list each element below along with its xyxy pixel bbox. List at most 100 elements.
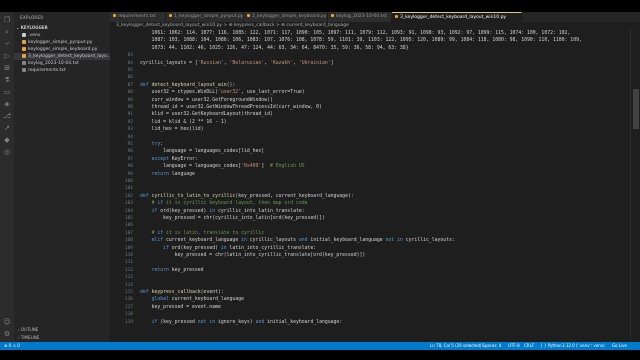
- code-line[interactable]: 1061: 1062: 114, 1077: 116, 1085: 122, 1…: [140, 31, 571, 36]
- python-icon[interactable]: ◆: [3, 136, 11, 144]
- code-line[interactable]: # if it is latin, translate to cyrillic: [140, 231, 265, 236]
- scroll-thumb[interactable]: [633, 89, 639, 129]
- code-line[interactable]: if (key_pressed not in ignore_keys) and …: [140, 320, 343, 325]
- encoding[interactable]: UTF-8: [508, 342, 520, 350]
- status-bar: ⊗ 0 ⚠ 0 Ln 78, Col 5 (26 selected) Space…: [0, 342, 640, 350]
- code-line[interactable]: if ord(key_pressed) in cyrillic_into_lat…: [140, 209, 305, 214]
- line-number: 113: [124, 275, 133, 281]
- python-file-icon: [169, 14, 172, 17]
- code-line[interactable]: return key_pressed: [140, 268, 204, 273]
- code-line[interactable]: try:: [140, 142, 164, 147]
- tab-label: keylog_2023-10-04.txt: [336, 14, 387, 19]
- letterbox-top: [0, 0, 640, 12]
- sidebar-file-item[interactable]: requirements.txt: [14, 67, 110, 74]
- cursor-position[interactable]: Ln 78, Col 5 (26 selected): [430, 342, 481, 350]
- code-line[interactable]: def keypress_callback(event):: [140, 290, 224, 295]
- code-editor[interactable]: 83 84 85 86 87 88 89 90 91 92 93 94 95 96 97 98 99 100 101…: [110, 29, 630, 342]
- code-line[interactable]: 1087: 103, 1088: 104, 1086: 106, 1083: 1…: [140, 38, 582, 43]
- editor-tab[interactable]: requirements.txt: [110, 12, 166, 22]
- code-line[interactable]: global current_keyboard_language: [140, 297, 244, 302]
- code-line[interactable]: language = languages_codes[lid_hex]: [140, 149, 264, 154]
- sidebar-file-label: 3_keylogger_detect_keyboard_layo...: [28, 54, 110, 59]
- code-line[interactable]: def cyrillic_to_latin_to_cyrillic(key_pr…: [140, 194, 354, 199]
- python-file-icon: [395, 15, 398, 18]
- file-type-icon: [22, 39, 26, 44]
- line-number: 119: [124, 319, 133, 325]
- go-live-button[interactable]: Go Live: [612, 342, 627, 350]
- line-number: 93: [127, 127, 133, 133]
- docker-icon[interactable]: ◈: [3, 100, 11, 108]
- editor-tab[interactable]: 1_keylogger_simple_pynput.py: [166, 12, 244, 22]
- code-line[interactable]: elif current_keyboard_language in cyrill…: [140, 238, 455, 243]
- code-line[interactable]: thread_id = user32.GetWindowThreadProces…: [140, 105, 322, 110]
- code-line[interactable]: except KeyError:: [140, 157, 198, 162]
- letterbox-bottom: [0, 350, 640, 360]
- line-number: 118: [124, 312, 133, 318]
- indentation[interactable]: Spaces: 4: [482, 342, 501, 350]
- problems-indicator[interactable]: ⊗ 0 ⚠ 0: [4, 342, 20, 350]
- outline-section[interactable]: › OUTLINE: [18, 327, 38, 332]
- line-number: 87: [127, 82, 133, 88]
- sidebar-file-item[interactable]: keylogger_simple_keyboard.py: [14, 46, 110, 53]
- testing-icon[interactable]: ⚗: [3, 76, 11, 84]
- code-line[interactable]: curr_window = user32.GetForegroundWindow…: [140, 98, 273, 103]
- editor-tab[interactable]: 2_keylogger_simple_keyboard.py: [244, 12, 328, 22]
- code-line[interactable]: language = languages_codes['0x409'] # En…: [140, 164, 305, 169]
- line-number: 99: [127, 171, 133, 177]
- search-icon[interactable]: ⌕: [3, 28, 11, 36]
- timeline-section[interactable]: › TIMELINE: [18, 335, 39, 340]
- code-line[interactable]: 1073: 44, 1102: 46, 1025: 126, 47: 124, …: [140, 46, 409, 51]
- file-type-icon: [22, 60, 26, 65]
- code-line[interactable]: user32 = ctypes.WinDLL('user32', use_las…: [140, 90, 305, 95]
- line-number: 97: [127, 156, 133, 162]
- code-line[interactable]: if ord(key_pressed) in latin_into_cyrill…: [140, 246, 316, 251]
- code-line[interactable]: key_pressed = chr(latin_into_cyrillic_tr…: [140, 253, 366, 258]
- code-line[interactable]: key_pressed = chr(cyrillic_into_latin[or…: [140, 216, 325, 221]
- editor-tab[interactable]: 3_keylogger_detect_keyboard_layout_win10…: [392, 12, 522, 22]
- tab-label: 2_keylogger_simple_keyboard.py: [252, 14, 327, 19]
- sidebar-file-label: requirements.txt: [28, 68, 66, 73]
- source-control-icon[interactable]: ⑂: [3, 40, 11, 48]
- workspace-root[interactable]: ⌄ KEYLOGGER: [14, 24, 110, 31]
- line-number: 100: [124, 179, 133, 184]
- code-line[interactable]: def detect_keyboard_layout_win():: [140, 83, 235, 88]
- line-number: 83: [127, 53, 133, 59]
- vertical-scrollbar[interactable]: [630, 29, 640, 342]
- code-line[interactable]: key_pressed = event.name: [140, 305, 221, 310]
- line-number: 105: [124, 216, 133, 221]
- line-number: 88: [127, 90, 133, 96]
- code-line[interactable]: klid = user32.GetKeyboardLayout(thread_i…: [140, 112, 273, 117]
- editor-tab[interactable]: keylog_2023-10-04.txt: [328, 12, 392, 22]
- line-number: 98: [127, 164, 133, 170]
- live-share-icon[interactable]: ↗: [3, 124, 11, 132]
- account-icon[interactable]: ☺: [3, 318, 11, 326]
- sidebar-file-label: keylog_2023-10-04.txt: [28, 61, 79, 66]
- jupyter-icon[interactable]: ◎: [3, 148, 11, 156]
- python-file-icon: [247, 14, 250, 17]
- line-number: 92: [127, 119, 133, 125]
- line-number: 114: [124, 282, 133, 288]
- extensions-icon[interactable]: ⊞: [3, 64, 11, 72]
- line-number: 104: [124, 208, 133, 214]
- sidebar-file-item[interactable]: 3_keylogger_detect_keyboard_layo...: [14, 53, 110, 60]
- settings-gear-icon[interactable]: ⚙: [3, 330, 11, 338]
- python-interpreter[interactable]: 3.12.0 ('.venv': venv): [562, 342, 605, 350]
- code-line[interactable]: lid = klid & (2 ** 16 - 1): [140, 120, 227, 125]
- run-debug-icon[interactable]: ▷: [3, 52, 11, 60]
- sidebar-file-item[interactable]: .venv: [14, 32, 110, 39]
- breadcrumb[interactable]: 3_keylogger_detect_keyboard_layout_win10…: [110, 22, 640, 29]
- remote-explorer-icon[interactable]: ▭: [3, 88, 11, 96]
- sidebar-file-item[interactable]: keylog_2023-10-04.txt: [14, 60, 110, 67]
- tab-label: 3_keylogger_detect_keyboard_layout_win10…: [400, 15, 507, 20]
- language-mode[interactable]: { } Python: [540, 342, 562, 350]
- line-number: 107: [124, 230, 133, 236]
- line-number: 90: [127, 105, 133, 110]
- git-graph-icon[interactable]: ⎇: [3, 112, 11, 120]
- code-line[interactable]: cyrillic_layouts = ['Russian', 'Belarusi…: [140, 61, 334, 66]
- code-line[interactable]: return language: [140, 172, 195, 177]
- sidebar-file-item[interactable]: keylogger_simple_pynput.py: [14, 39, 110, 46]
- files-icon[interactable]: ❐: [3, 16, 11, 24]
- code-line[interactable]: # if it is cyrillic keyboard layout, the…: [140, 201, 308, 206]
- line-endings[interactable]: CRLF: [524, 342, 534, 350]
- code-line[interactable]: lid_hex = hex(lid): [140, 127, 204, 132]
